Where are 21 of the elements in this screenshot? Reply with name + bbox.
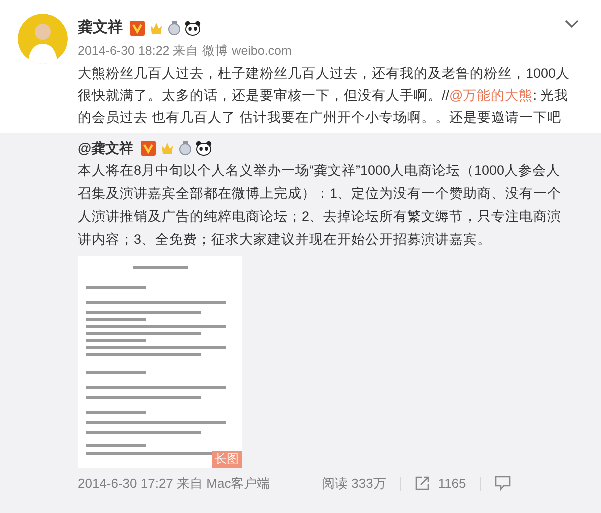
crown-icon <box>160 141 175 156</box>
verified-icon <box>140 141 156 156</box>
panda-icon <box>196 141 212 156</box>
repost-count[interactable]: 1165 <box>438 474 466 494</box>
author-name[interactable]: 龚文祥 <box>78 16 123 40</box>
medal-icon <box>178 141 192 156</box>
panda-icon <box>185 20 201 36</box>
repost-author[interactable]: @龚文祥 <box>78 138 134 160</box>
read-count: 阅读 333万 <box>322 474 386 493</box>
post-meta: 2014-6-30 18:22 来自 微博 weibo.com <box>78 43 293 60</box>
comment-icon[interactable] <box>495 476 512 491</box>
avatar[interactable] <box>18 14 68 64</box>
post-text: 大熊粉丝几百人过去，杜子建粉丝几百人过去，还有我的及老鲁的粉丝，1000人很快就满了。太多的话，还是要审核一下，但没有人手啊。//@万能的大熊: 光我的会员过去 也有几百人了 估计我要在广州开个小专场啊。。还是要邀请一下吧 <box>78 64 572 127</box>
chevron-down-icon[interactable] <box>565 20 579 29</box>
repost-text: 本人将在8月中旬以个人名义举办一场“龚文祥”1000人电商论坛（1000人参会人召集及演讲嘉宾全部都在微博上完成）：1、定位为没有一个赞助商、没有一个人演讲推销及广告的纯粹电商论坛；2、去掉论坛所有繁文缛节，只专注电商演讲内容；3、全免费；征求大家建议并现在开始公开招募演讲嘉宾。 <box>78 162 563 249</box>
share-icon[interactable] <box>415 476 430 491</box>
crown-icon <box>149 20 164 36</box>
verified-icon <box>130 20 145 36</box>
long-image-badge: 长图 <box>212 450 242 468</box>
repost-meta: 2014-6-30 17:27 来自 Mac客户端 <box>78 474 272 493</box>
medal-icon <box>168 20 181 36</box>
